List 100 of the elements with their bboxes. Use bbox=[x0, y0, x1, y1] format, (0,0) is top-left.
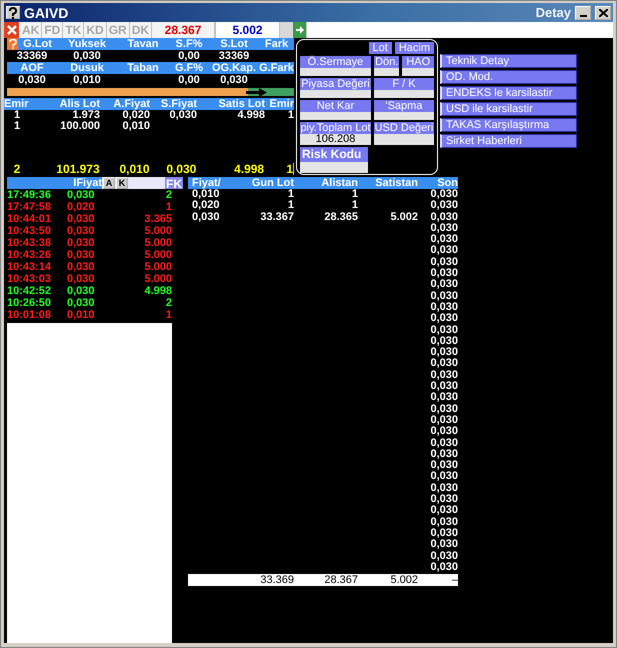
value-text: 0,00 bbox=[177, 50, 201, 62]
table-cell-text: 1 bbox=[164, 309, 172, 321]
question-icon bbox=[8, 39, 16, 49]
table-cell-text: 0,030 bbox=[429, 381, 458, 392]
table-cell-text: 10:42:52 bbox=[7, 285, 52, 297]
column-header: Alistan bbox=[320, 177, 358, 189]
table-cell-text: 100.000 bbox=[59, 121, 100, 132]
table-cell-text: 0,030 bbox=[429, 347, 458, 358]
column-header: S.Lot bbox=[219, 38, 249, 50]
column-header: Fark bbox=[264, 38, 290, 50]
column-header: G.Fark bbox=[259, 62, 294, 74]
column-header: Son bbox=[436, 177, 458, 189]
value-field bbox=[300, 162, 368, 173]
go-button[interactable] bbox=[293, 22, 306, 38]
table-cell-text: 1 bbox=[286, 110, 294, 121]
table-cell-text: 1 bbox=[350, 200, 358, 212]
field-label: Risk Kodu bbox=[300, 147, 368, 162]
field-label: 'Sapma bbox=[374, 100, 434, 112]
table-cell-text: 0,030 bbox=[169, 110, 197, 121]
value-text: 33369 bbox=[218, 50, 250, 62]
arrow-right-icon bbox=[246, 88, 268, 97]
table-cell-text: 3.365 bbox=[143, 213, 172, 225]
table-cell-text: 0,030 bbox=[429, 324, 458, 336]
table-cell-text: 28.365 bbox=[323, 212, 358, 223]
table-cell-text: 17:47:58 bbox=[7, 201, 52, 213]
table-cell-text: 5.000 bbox=[143, 249, 172, 261]
bid-total-field: 28.367 bbox=[152, 22, 216, 38]
table-cell-text: 0,030 bbox=[429, 313, 458, 325]
table-cell-text: 2 bbox=[164, 189, 172, 201]
table-cell-text: 0,030 bbox=[429, 200, 458, 212]
total-cell-text: 1 bbox=[285, 163, 294, 175]
action-button[interactable]: OD. Mod. bbox=[440, 70, 577, 84]
table-cell-text: 17:49:36 bbox=[7, 189, 52, 201]
table-cell-text: 0,030 bbox=[67, 273, 96, 285]
minimize-button[interactable] bbox=[575, 6, 591, 20]
table-cell-text: 5.002 bbox=[389, 212, 418, 223]
table-cell-text: 0,030 bbox=[429, 414, 458, 426]
table-cell-text: 10:01:08 bbox=[7, 309, 52, 321]
column-header: S.F% bbox=[174, 38, 204, 50]
table-cell-text: 10:43:26 bbox=[7, 249, 52, 261]
table-cell-text: 0,020 bbox=[67, 201, 96, 213]
column-header: A.Fiyat bbox=[112, 98, 150, 110]
table-cell-text: 0,030 bbox=[429, 471, 458, 483]
unit-button[interactable]: Hacim bbox=[394, 42, 434, 54]
table-cell-text: 0,030 bbox=[67, 213, 96, 225]
action-button[interactable]: ENDEKS le karsilastir bbox=[440, 86, 577, 100]
toolbar-tab[interactable]: KD bbox=[84, 22, 107, 38]
table-cell-text: 5.000 bbox=[143, 237, 172, 249]
table-cell-text: 0,030 bbox=[429, 448, 458, 460]
unit-button[interactable]: Lot bbox=[368, 42, 392, 54]
column-header: Satis Lot bbox=[218, 98, 265, 110]
toolbar-tab[interactable]: TK bbox=[63, 22, 84, 38]
column-header: IFiyat bbox=[7, 177, 102, 189]
value-field: 106.208 bbox=[300, 134, 371, 145]
help-button[interactable] bbox=[6, 6, 20, 19]
filter-button[interactable]: FK bbox=[165, 177, 183, 189]
action-button[interactable]: Sirket Haberleri bbox=[440, 134, 577, 148]
table-cell-text: 0,030 bbox=[429, 438, 458, 449]
value-text: 0,030 bbox=[219, 74, 249, 86]
question-icon bbox=[8, 6, 18, 18]
field-label: Piyasa Değeri bbox=[300, 78, 371, 90]
column-header: OG.Kap. bbox=[210, 62, 257, 74]
table-cell-text: 0,030 bbox=[67, 297, 96, 309]
table-cell-text: 0,020 bbox=[122, 110, 150, 121]
table-cell-text: 0,010 bbox=[121, 121, 150, 132]
sort-button[interactable]: K bbox=[116, 177, 128, 189]
action-button[interactable]: USD ile karsilastir bbox=[440, 102, 577, 116]
column-header: G.F% bbox=[174, 62, 204, 74]
sort-button[interactable]: A bbox=[103, 177, 115, 189]
toolbar-tab[interactable]: DK bbox=[130, 22, 152, 38]
table-cell-text: 2 bbox=[164, 297, 172, 309]
arrow-right-icon bbox=[294, 25, 305, 35]
window-title: GAIVD bbox=[24, 4, 70, 20]
table-cell-text: 1.973 bbox=[71, 110, 100, 121]
table-cell-text: 1 bbox=[164, 201, 172, 213]
table-cell-text: 0,030 bbox=[429, 550, 458, 562]
toolbar-tab[interactable]: AK bbox=[20, 22, 42, 38]
total-cell-text: 0,030 bbox=[165, 163, 196, 175]
minimize-icon bbox=[580, 14, 586, 16]
action-button[interactable]: Teknik Detay bbox=[440, 54, 577, 68]
window-subtitle: Detay bbox=[536, 5, 571, 20]
toolbar-tab[interactable]: FD bbox=[42, 22, 64, 38]
value-text: 0,00 bbox=[177, 74, 201, 86]
table-cell-text: 10:43:50 bbox=[7, 225, 52, 237]
field-label: HAO bbox=[402, 56, 434, 68]
field-label: USD Değeri bbox=[374, 122, 434, 134]
action-button[interactable]: TAKAS Karşılaştırma bbox=[440, 118, 577, 132]
table-cell-text: 0,030 bbox=[67, 237, 96, 249]
table-cell-text: 0,030 bbox=[191, 212, 221, 223]
table-cell-text: 10:43:14 bbox=[7, 261, 52, 273]
table-cell-text: 10:43:38 bbox=[7, 237, 52, 249]
total-cell-text: 2 bbox=[12, 163, 22, 175]
table-cell-text: 0,030 bbox=[429, 516, 458, 528]
table-cell-text: 0,010 bbox=[67, 309, 96, 321]
table-cell-text: 0,030 bbox=[429, 370, 458, 381]
empty-field[interactable] bbox=[280, 22, 294, 38]
table-cell-text: 0,030 bbox=[67, 261, 96, 273]
close-button[interactable] bbox=[595, 6, 611, 20]
field-label: piy.Toplam Lot bbox=[300, 122, 371, 134]
toolbar-tab[interactable]: GR bbox=[106, 22, 130, 38]
